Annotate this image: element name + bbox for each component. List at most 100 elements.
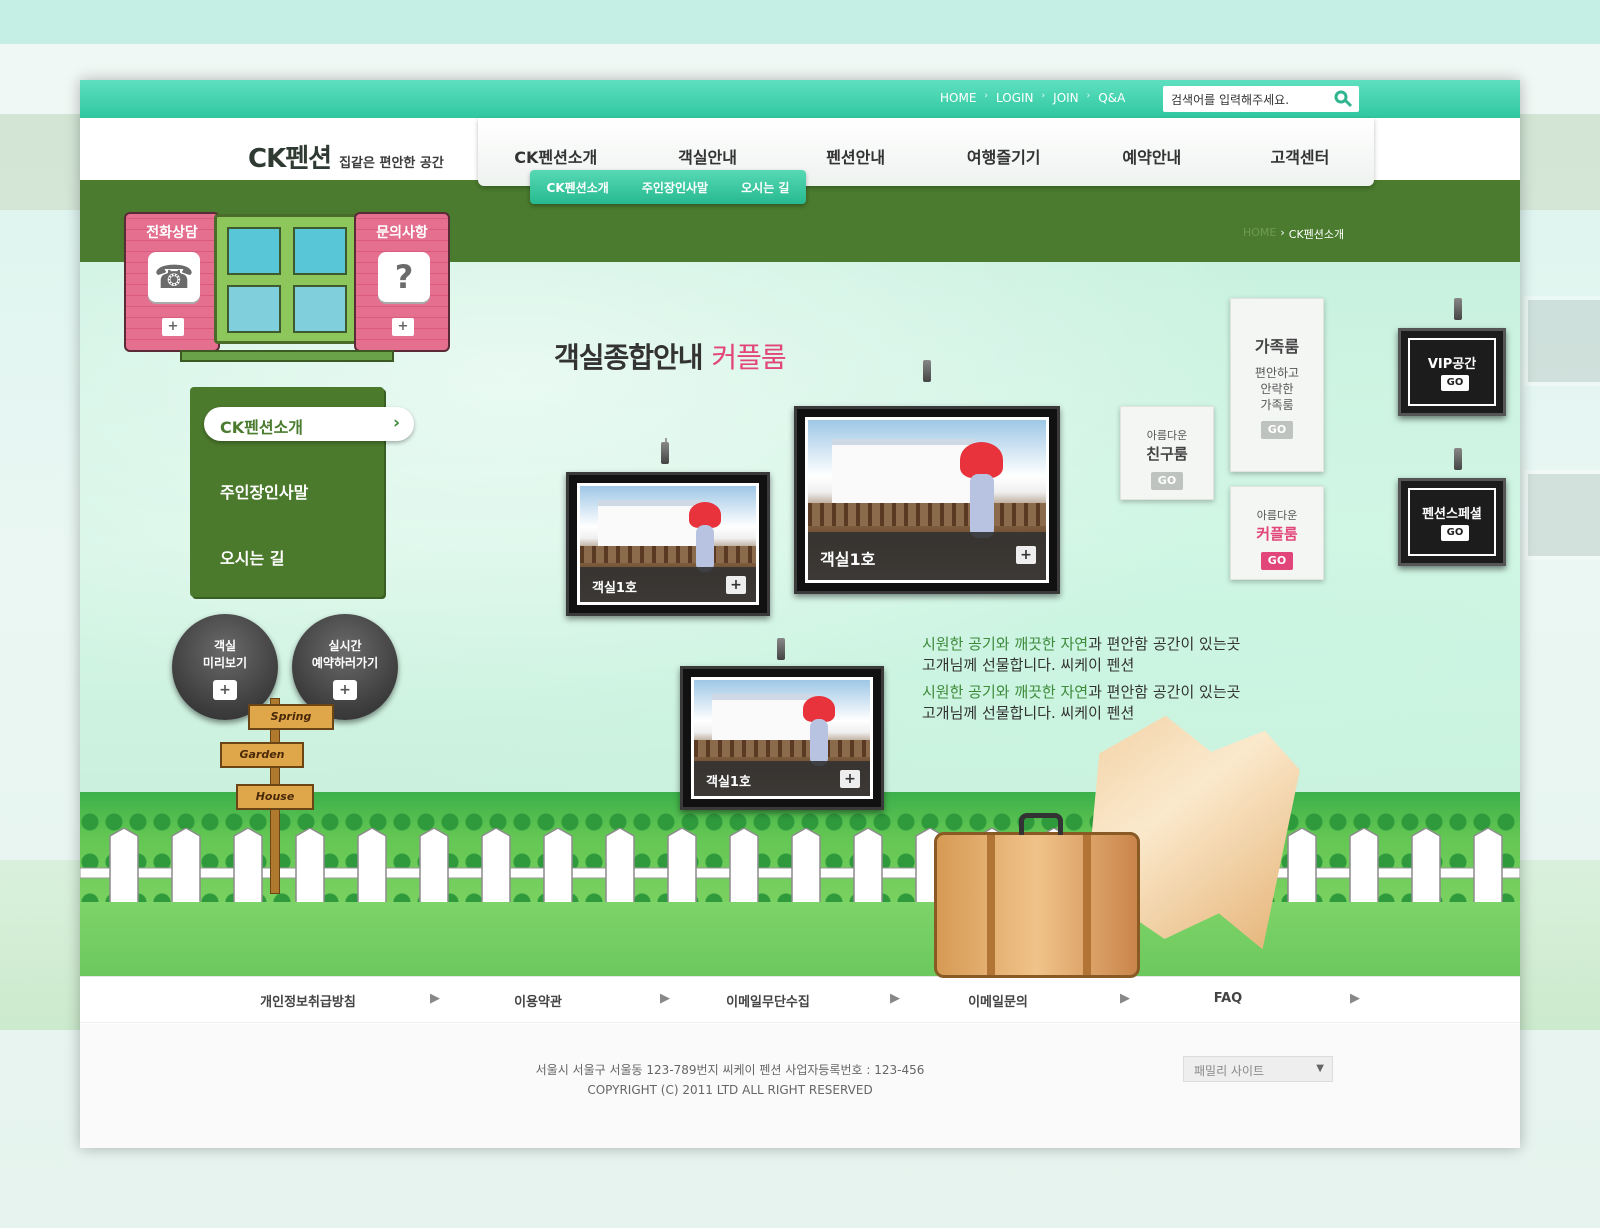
- photo-caption-text: 객실1호: [592, 581, 637, 597]
- couple-room-title: 커플룸: [1256, 525, 1298, 543]
- friend-room-card[interactable]: 아름다운 친구룸 GO: [1120, 406, 1214, 500]
- frame-hook: [1454, 298, 1462, 320]
- plus-icon[interactable]: +: [1016, 546, 1036, 564]
- page-title-main: 객실종합안내: [554, 341, 704, 374]
- window-signboard: 전화상담 ☎ + 문의사항 ? +: [124, 212, 450, 372]
- fence-picket: [419, 828, 449, 909]
- footer-address-line: 서울시 서울구 서울동 123-789번지 씨케이 펜션 사업자등록번호 : 1…: [535, 1063, 925, 1077]
- fence-picket: [853, 828, 883, 909]
- logo[interactable]: CK펜션 집같은 편안한 공간: [248, 138, 444, 175]
- suitcase-strap: [987, 835, 995, 975]
- signpost-decoration: Spring Garden House: [220, 692, 340, 902]
- couple-room-go-button[interactable]: GO: [1261, 552, 1293, 570]
- tagline-rest: 과 편안함 공간이 있는곳: [1088, 635, 1241, 653]
- subnav-item-about[interactable]: CK펜션소개: [547, 179, 609, 196]
- signpost-board: House: [236, 784, 314, 810]
- separator: ›: [984, 91, 989, 101]
- play-arrow-icon: ▶: [1120, 991, 1130, 1006]
- footer-link-label: 이메일문의: [968, 995, 1028, 1010]
- separator: ›: [1086, 91, 1091, 101]
- room-photo: 객실1호 +: [805, 417, 1049, 583]
- tagline-line: 고개님께 선물합니다. 씨케이 펜션: [922, 656, 1135, 674]
- page-title: 객실종합안내 커플룸: [554, 336, 787, 376]
- frame-hook: [1454, 448, 1462, 470]
- phone-icon: ☎: [148, 252, 200, 302]
- window-pane: [227, 285, 281, 333]
- plus-icon[interactable]: +: [392, 318, 414, 336]
- search-box: [1163, 86, 1359, 112]
- search-icon[interactable]: [1333, 90, 1353, 108]
- fence-picket: [791, 828, 821, 909]
- tagline-green: 시원한 공기와 깨끗한 자연: [922, 683, 1089, 701]
- play-arrow-icon: ▶: [890, 991, 900, 1006]
- photo-railing: [694, 740, 870, 757]
- tagline-text: 시원한 공기와 깨끗한 자연과 편안함 공간이 있는곳 고개님께 선물합니다. …: [922, 634, 1240, 724]
- family-room-go-button[interactable]: GO: [1261, 421, 1293, 439]
- photo-house: [597, 499, 704, 547]
- login-link[interactable]: LOGIN: [996, 91, 1034, 105]
- window-pane: [293, 227, 347, 275]
- fence-picket: [1349, 828, 1379, 909]
- room-photo-frame[interactable]: 객실1호 +: [566, 472, 770, 616]
- room-photo-frame[interactable]: 객실1호 +: [680, 666, 884, 810]
- fence-picket: [1473, 828, 1503, 909]
- leftmenu-item-directions[interactable]: 오시는 길: [220, 545, 284, 569]
- phone-consult-sign[interactable]: 전화상담 ☎ +: [124, 212, 220, 352]
- family-site-label: 패밀리 사이트: [1194, 1064, 1265, 1078]
- live-reservation-line2: 예약하러가기: [311, 656, 379, 670]
- logo-brand: CK펜션: [248, 144, 332, 174]
- window-pane: [227, 227, 281, 275]
- footer-link-label: 개인정보취급방침: [260, 995, 356, 1010]
- room-photo-frame[interactable]: 객실1호 +: [794, 406, 1060, 594]
- suitcase-illustration: [934, 813, 1140, 978]
- friend-room-small: 아름다운: [1146, 429, 1188, 442]
- fence-picket: [1287, 828, 1317, 909]
- family-site-select[interactable]: 패밀리 사이트 ▼: [1183, 1056, 1333, 1082]
- subnav-item-greeting[interactable]: 주인장인사말: [642, 179, 708, 196]
- pension-special-go-button[interactable]: GO: [1441, 525, 1469, 541]
- plus-icon[interactable]: +: [840, 770, 860, 789]
- photo-person: [969, 474, 994, 539]
- couple-room-small: 아름다운: [1256, 509, 1298, 522]
- plus-icon[interactable]: +: [726, 576, 746, 595]
- suitcase-handle: [1019, 813, 1063, 835]
- nav-item-travel[interactable]: 여행즐기기: [930, 118, 1078, 186]
- home-link[interactable]: HOME: [940, 91, 976, 105]
- page-title-accent: 커플룸: [711, 341, 786, 374]
- inquiry-label: 문의사항: [376, 225, 428, 241]
- vip-room-go-button[interactable]: GO: [1441, 375, 1469, 391]
- search-input[interactable]: [1171, 92, 1321, 106]
- photo-person: [696, 525, 714, 572]
- leftmenu-item-about[interactable]: CK펜션소개 ›: [204, 407, 414, 441]
- qna-link[interactable]: Q&A: [1098, 91, 1125, 105]
- family-room-card[interactable]: 가족룸 편안하고 안락한 가족룸 GO: [1230, 298, 1324, 472]
- signpost-board: Spring: [248, 704, 334, 730]
- join-link[interactable]: JOIN: [1053, 91, 1079, 105]
- background-top-bar: [0, 0, 1600, 44]
- room-photo: 객실1호 +: [691, 677, 873, 799]
- frame-hook: [777, 638, 785, 660]
- tagline-green: 시원한 공기와 깨끗한 자연: [922, 635, 1089, 653]
- card-inner-frame: [1408, 338, 1496, 406]
- chevron-down-icon: ▼: [1316, 1063, 1324, 1074]
- breadcrumb: HOME › CK펜션소개: [1243, 226, 1344, 242]
- subnav-item-directions[interactable]: 오시는 길: [741, 179, 789, 196]
- breadcrumb-current: CK펜션소개: [1288, 228, 1345, 241]
- pension-special-card[interactable]: 펜션스페셜 GO: [1398, 478, 1506, 566]
- nav-item-reservation[interactable]: 예약안내: [1078, 118, 1226, 186]
- frame-hook: [661, 442, 669, 464]
- ground-decoration: [80, 902, 1520, 977]
- window-illustration: [214, 214, 360, 344]
- family-room-desc-1: 편안하고: [1254, 366, 1300, 380]
- inquiry-sign[interactable]: 문의사항 ? +: [354, 212, 450, 352]
- nav-item-support[interactable]: 고객센터: [1226, 118, 1374, 186]
- leftmenu-item-greeting[interactable]: 주인장인사말: [220, 479, 308, 503]
- couple-room-card[interactable]: 아름다운 커플룸 GO: [1230, 486, 1324, 580]
- friend-room-go-button[interactable]: GO: [1151, 472, 1183, 490]
- breadcrumb-home[interactable]: HOME: [1243, 226, 1276, 242]
- background-ghost-card: [1524, 470, 1600, 560]
- plus-icon[interactable]: +: [162, 318, 184, 336]
- vip-room-card[interactable]: VIP공간 GO: [1398, 328, 1506, 416]
- frame-hook: [923, 360, 931, 382]
- main-panel: HOME › LOGIN › JOIN › Q&A CK펜션 집같은 편안한 공…: [80, 80, 1520, 1148]
